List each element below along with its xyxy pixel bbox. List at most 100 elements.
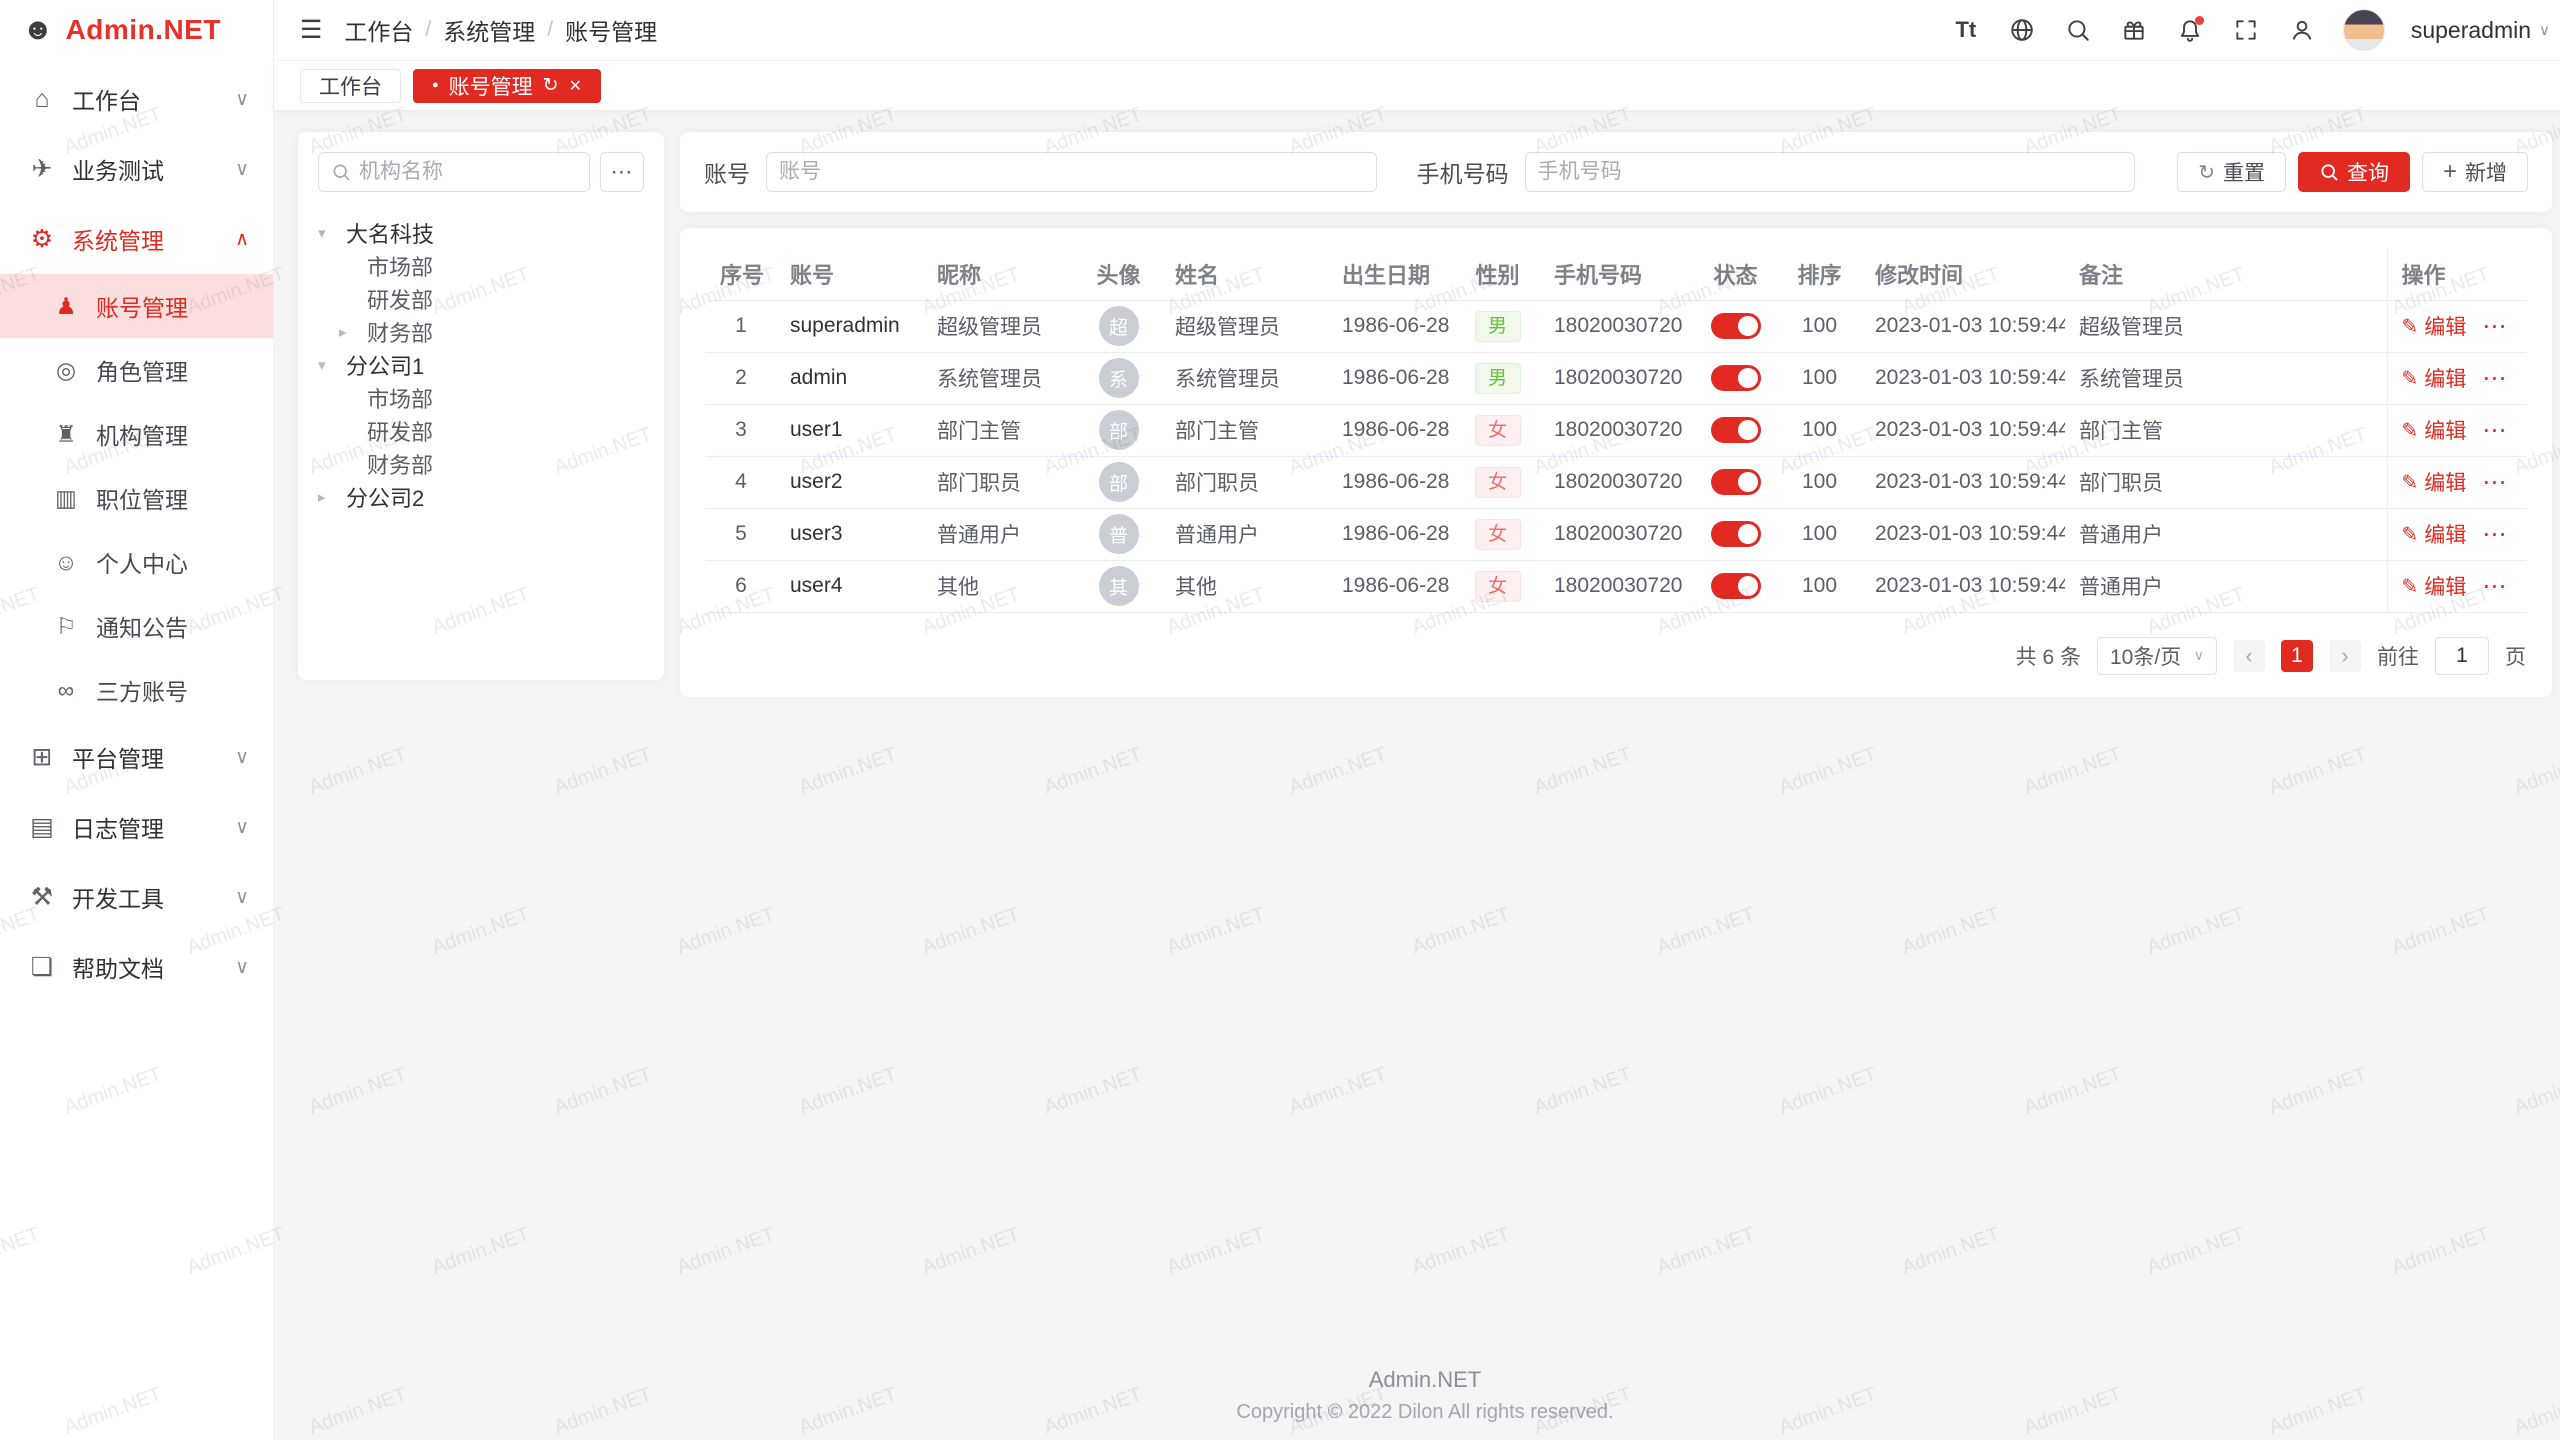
edit-button[interactable]: 编辑 — [2402, 467, 2467, 497]
sidebar-menu-item[interactable]: ❏ 帮助文档 ∨ — [0, 932, 273, 1002]
more-actions-icon[interactable] — [2482, 572, 2507, 601]
edit-button[interactable]: 编辑 — [2402, 519, 2467, 549]
tree-node[interactable]: ▸ 财务部 — [318, 315, 644, 348]
sidebar-menu-item[interactable]: ♜ 机构管理 — [0, 402, 273, 466]
sidebar-menu-item[interactable]: ▥ 职位管理 — [0, 466, 273, 530]
sidebar-menu-item[interactable]: ♟ 账号管理 — [0, 274, 273, 338]
tab-close-icon[interactable]: ✕ — [569, 76, 582, 96]
tree-node[interactable]: 市场部 — [318, 381, 644, 414]
gender-tag: 女 — [1475, 571, 1521, 602]
sidebar-menu-item[interactable]: ☺ 个人中心 — [0, 530, 273, 594]
sidebar-menu-item[interactable]: ⚒ 开发工具 ∨ — [0, 862, 273, 932]
tree-node[interactable]: 市场部 — [318, 249, 644, 282]
tree-node[interactable]: 研发部 — [318, 414, 644, 447]
menu-collapse-icon[interactable] — [300, 15, 322, 45]
sidebar-item-label: 帮助文档 — [72, 950, 227, 984]
table-row: 5 user3 普通用户 普 普通用户 1986-06-28 — [706, 508, 2526, 560]
sidebar-item-label: 机构管理 — [96, 417, 249, 451]
lock-screen-icon[interactable] — [2287, 15, 2317, 45]
breadcrumb-item[interactable]: 工作台 — [344, 13, 443, 47]
row-avatar: 部 — [1099, 410, 1139, 450]
status-toggle[interactable] — [1711, 521, 1761, 547]
breadcrumb-item[interactable]: 账号管理 — [565, 13, 657, 47]
edit-button[interactable]: 编辑 — [2402, 363, 2467, 393]
tree-node[interactable]: 研发部 — [318, 282, 644, 315]
more-actions-icon[interactable] — [2482, 520, 2507, 549]
sidebar-menu-item[interactable]: ⚙ 系统管理 ∧ — [0, 204, 273, 274]
tree-caret-icon[interactable]: ▾ — [318, 224, 346, 242]
tree-node[interactable]: ▾ 分公司1 — [318, 348, 644, 381]
prev-page-button[interactable] — [2233, 640, 2265, 672]
status-toggle[interactable] — [1711, 469, 1761, 495]
breadcrumb-item[interactable]: 系统管理 — [443, 13, 565, 47]
status-toggle[interactable] — [1711, 365, 1761, 391]
tree-node[interactable]: ▾ 大名科技 — [318, 216, 644, 249]
notification-bell-icon[interactable] — [2175, 15, 2205, 45]
tree-node[interactable]: ▸ 分公司2 — [318, 480, 644, 513]
status-cell — [1693, 560, 1778, 612]
more-actions-icon[interactable] — [2482, 312, 2507, 341]
row-no-cell: 4 — [706, 456, 776, 508]
current-username[interactable]: superadmin — [2411, 17, 2550, 44]
tree-caret-icon[interactable]: ▸ — [339, 323, 367, 341]
edit-button[interactable]: 编辑 — [2402, 415, 2467, 445]
language-icon[interactable] — [2007, 15, 2037, 45]
table-row: 1 superadmin 超级管理员 超 超级管理员 1986-06-28 — [706, 300, 2526, 352]
table-header-row: 序号 账号 昵称 头像 姓名 出生日期 性别 手机号码 状态 排序 修改时间 — [706, 248, 2526, 300]
org-search-input[interactable] — [359, 160, 577, 184]
more-actions-icon[interactable] — [2482, 416, 2507, 445]
status-cell — [1693, 508, 1778, 560]
tree-node[interactable]: 财务部 — [318, 447, 644, 480]
edit-button[interactable]: 编辑 — [2402, 571, 2467, 601]
sidebar-menu-item[interactable]: ⌂ 工作台 ∨ — [0, 64, 273, 134]
gender-tag: 男 — [1475, 363, 1521, 394]
sidebar-menu-item[interactable]: ▤ 日志管理 ∨ — [0, 792, 273, 862]
search-icon[interactable] — [2063, 15, 2093, 45]
row-avatar: 普 — [1099, 514, 1139, 554]
account-filter-input[interactable] — [779, 160, 1364, 184]
account-cell: superadmin — [776, 300, 923, 352]
content-area: ▾ 大名科技 市场部 研发部 — [274, 110, 2560, 1440]
avatar-cell: 普 — [1076, 508, 1161, 560]
page-size-select[interactable]: 10条/页 — [2097, 637, 2217, 675]
status-toggle[interactable] — [1711, 313, 1761, 339]
birthday-cell: 1986-06-28 — [1328, 508, 1455, 560]
query-button[interactable]: 查询 — [2298, 152, 2410, 192]
tree-caret-icon[interactable]: ▾ — [318, 356, 346, 374]
chevron-icon: ∨ — [235, 886, 249, 909]
modified-time-cell: 2023-01-03 10:59:44 — [1861, 456, 2065, 508]
view-tab[interactable]: ● 账号管理 ↻ ✕ — [413, 69, 601, 103]
org-tree-more-button[interactable] — [600, 152, 644, 192]
table-row: 4 user2 部门职员 部 部门职员 1986-06-28 — [706, 456, 2526, 508]
org-tree-panel: ▾ 大名科技 市场部 研发部 — [298, 132, 664, 680]
sidebar-menu-item[interactable]: ⊞ 平台管理 ∨ — [0, 722, 273, 792]
edit-button[interactable]: 编辑 — [2402, 311, 2467, 341]
sidebar-menu-item[interactable]: ◎ 角色管理 — [0, 338, 273, 402]
fullscreen-icon[interactable] — [2231, 15, 2261, 45]
next-page-button[interactable] — [2329, 640, 2361, 672]
sidebar-menu-item[interactable]: ✈ 业务测试 ∨ — [0, 134, 273, 204]
current-page-button[interactable]: 1 — [2281, 640, 2313, 672]
status-toggle[interactable] — [1711, 573, 1761, 599]
tree-caret-icon[interactable]: ▸ — [318, 488, 346, 506]
breadcrumb: 工作台 系统管理 账号管理 — [344, 13, 657, 47]
font-size-icon[interactable]: Tt — [1951, 15, 1981, 45]
theme-icon[interactable] — [2119, 15, 2149, 45]
status-cell — [1693, 456, 1778, 508]
goto-page-input[interactable] — [2435, 637, 2489, 675]
sidebar-menu-item[interactable]: ⚐ 通知公告 — [0, 594, 273, 658]
user-avatar[interactable] — [2343, 9, 2385, 51]
phone-filter-input[interactable] — [1538, 160, 2123, 184]
remark-cell: 部门职员 — [2065, 456, 2387, 508]
tab-refresh-icon[interactable]: ↻ — [543, 74, 559, 97]
more-actions-icon[interactable] — [2482, 364, 2507, 393]
name-cell: 部门主管 — [1161, 404, 1328, 456]
more-actions-icon[interactable] — [2482, 468, 2507, 497]
view-tab[interactable]: 工作台 — [300, 69, 401, 103]
remark-cell: 系统管理员 — [2065, 352, 2387, 404]
reset-button[interactable]: 重置 — [2177, 152, 2286, 192]
sidebar-menu-item[interactable]: ∞ 三方账号 — [0, 658, 273, 722]
gender-cell: 女 — [1455, 508, 1540, 560]
status-toggle[interactable] — [1711, 417, 1761, 443]
add-button[interactable]: 新增 — [2422, 152, 2528, 192]
